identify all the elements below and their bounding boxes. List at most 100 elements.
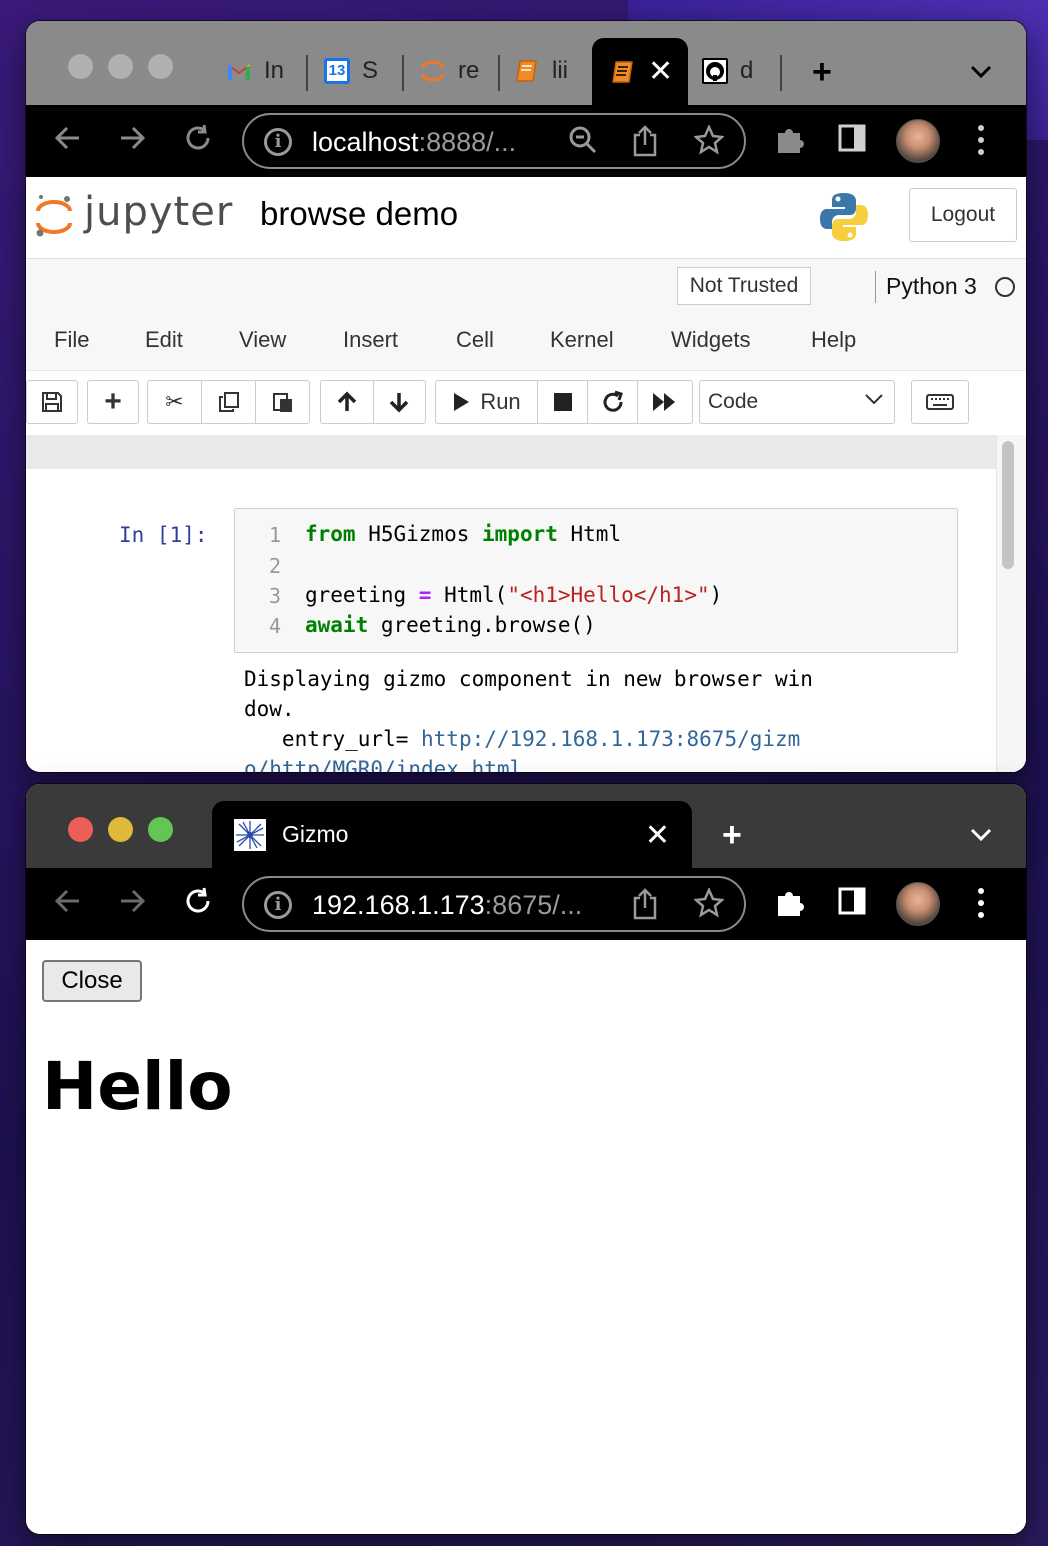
- tab-search-chevron-icon[interactable]: [970, 824, 992, 846]
- profile-avatar[interactable]: [896, 882, 940, 926]
- tab-separator: [498, 55, 500, 91]
- tab-book[interactable]: lii: [514, 51, 580, 91]
- cell-prompt: In [1]:: [119, 523, 208, 547]
- side-panel-icon[interactable]: [832, 123, 872, 160]
- browser-menu-icon[interactable]: [978, 888, 986, 924]
- notebook-title[interactable]: browse demo: [260, 195, 458, 233]
- minimize-window-button[interactable]: [108, 817, 133, 842]
- gmail-icon: [228, 64, 250, 80]
- line-number: 4: [268, 614, 281, 638]
- profile-avatar[interactable]: [896, 119, 940, 163]
- tab-calendar[interactable]: 13 S: [324, 51, 404, 91]
- menu-bar: File Edit View Insert Cell Kernel Widget…: [54, 327, 891, 353]
- site-info-icon[interactable]: i: [264, 128, 292, 156]
- tab-strip: Gizmo ✕ +: [26, 784, 1026, 868]
- bookmark-star-icon[interactable]: [693, 123, 725, 162]
- tab-gizmo[interactable]: Gizmo ✕: [212, 801, 692, 868]
- menu-help[interactable]: Help: [811, 327, 891, 353]
- menu-kernel[interactable]: Kernel: [550, 327, 671, 353]
- code-token: Html(: [431, 583, 508, 607]
- menu-widgets[interactable]: Widgets: [671, 327, 811, 353]
- interrupt-stop-icon[interactable]: [538, 381, 588, 423]
- run-button[interactable]: Run: [436, 381, 538, 423]
- code-token: greeting: [305, 583, 419, 607]
- back-arrow-icon[interactable]: [48, 886, 88, 923]
- menu-insert[interactable]: Insert: [343, 327, 456, 353]
- reload-icon[interactable]: [178, 123, 218, 160]
- code-token: =: [418, 583, 432, 607]
- share-icon[interactable]: [632, 125, 658, 164]
- new-tab-button[interactable]: +: [722, 818, 742, 852]
- forward-arrow-icon[interactable]: [112, 886, 152, 923]
- restart-run-all-icon[interactable]: [638, 381, 692, 423]
- tab-label: S: [362, 57, 379, 84]
- zoom-icon[interactable]: [568, 125, 598, 162]
- tab-title: Gizmo: [282, 821, 349, 847]
- new-tab-button[interactable]: +: [812, 55, 832, 89]
- address-bar[interactable]: i localhost:8888/...: [242, 113, 746, 169]
- code-line: from H5Gizmos import Html: [305, 522, 621, 546]
- tab-book-active[interactable]: ✕: [592, 38, 688, 105]
- menu-edit[interactable]: Edit: [145, 327, 239, 353]
- cell-type-select[interactable]: Code: [699, 380, 895, 424]
- code-cell-editor[interactable]: 1 2 3 4 from H5Gizmos import Html greeti…: [234, 508, 958, 653]
- jupyter-logo-icon[interactable]: [34, 191, 74, 241]
- output-line: entry_url= http://192.168.1.173:8675/giz…: [244, 727, 800, 751]
- site-info-icon[interactable]: i: [264, 891, 292, 919]
- cut-scissors-icon[interactable]: ✂: [148, 381, 202, 423]
- save-icon[interactable]: [27, 381, 77, 423]
- browser-window-gizmo: Gizmo ✕ + i 192.168.1.173:8675/... Close…: [26, 784, 1026, 1534]
- forward-arrow-icon[interactable]: [112, 123, 152, 160]
- url-host: localhost: [312, 127, 419, 157]
- move-up-arrow-icon[interactable]: [321, 381, 374, 423]
- notebook-top-strip: [26, 435, 996, 469]
- move-down-arrow-icon[interactable]: [374, 381, 426, 423]
- extensions-puzzle-icon[interactable]: [770, 886, 810, 925]
- menu-cell[interactable]: Cell: [456, 327, 550, 353]
- zoom-window-button[interactable]: [148, 817, 173, 842]
- jupyter-wordmark: jupyter: [84, 189, 234, 235]
- trust-status-button[interactable]: Not Trusted: [677, 267, 811, 305]
- notebook-area: In [1]: 1 2 3 4 from H5Gizmos import Htm…: [26, 435, 1026, 772]
- plus-icon[interactable]: +: [88, 381, 138, 423]
- minimize-window-button[interactable]: [108, 54, 133, 79]
- side-panel-icon[interactable]: [832, 886, 872, 923]
- github-icon: [702, 58, 728, 84]
- logout-button[interactable]: Logout: [909, 188, 1017, 242]
- scrollbar-thumb[interactable]: [1002, 441, 1014, 569]
- restart-kernel-icon[interactable]: [588, 381, 638, 423]
- tab-jupyter[interactable]: re: [420, 51, 500, 91]
- close-tab-icon[interactable]: ✕: [645, 821, 670, 851]
- entry-url-link[interactable]: o/http/MGR0/index.html: [244, 757, 522, 772]
- bookmark-star-icon[interactable]: [693, 886, 725, 925]
- url-path: :8888/...: [418, 127, 517, 157]
- tab-github[interactable]: d: [702, 51, 782, 91]
- close-button[interactable]: Close: [42, 960, 142, 1002]
- zoom-window-button[interactable]: [148, 54, 173, 79]
- kernel-name[interactable]: Python 3: [886, 273, 977, 300]
- tab-search-chevron-icon[interactable]: [970, 61, 992, 83]
- tab-strip: In 13 S re lii ✕ d +: [26, 21, 1026, 105]
- url-text: 192.168.1.173:8675/...: [312, 890, 582, 921]
- close-window-button[interactable]: [68, 54, 93, 79]
- close-window-button[interactable]: [68, 817, 93, 842]
- line-number: 1: [268, 523, 281, 547]
- close-tab-icon[interactable]: ✕: [648, 56, 673, 87]
- browser-menu-icon[interactable]: [978, 125, 986, 161]
- address-bar[interactable]: i 192.168.1.173:8675/...: [242, 876, 746, 932]
- tab-gmail[interactable]: In: [226, 51, 308, 91]
- share-icon[interactable]: [632, 888, 658, 927]
- entry-url-link[interactable]: http://192.168.1.173:8675/gizm: [421, 727, 800, 751]
- menu-file[interactable]: File: [54, 327, 145, 353]
- menu-view[interactable]: View: [239, 327, 343, 353]
- code-token: ): [709, 583, 723, 607]
- copy-icon[interactable]: [202, 381, 256, 423]
- paste-icon[interactable]: [256, 381, 309, 423]
- back-arrow-icon[interactable]: [48, 123, 88, 160]
- keyboard-shortcuts-icon[interactable]: [911, 380, 969, 424]
- reload-icon[interactable]: [178, 886, 218, 923]
- extensions-puzzle-icon[interactable]: [770, 123, 810, 162]
- line-number: 2: [268, 554, 281, 578]
- output-text: Displaying gizmo component in new browse…: [244, 667, 813, 691]
- code-token: from: [305, 522, 356, 546]
